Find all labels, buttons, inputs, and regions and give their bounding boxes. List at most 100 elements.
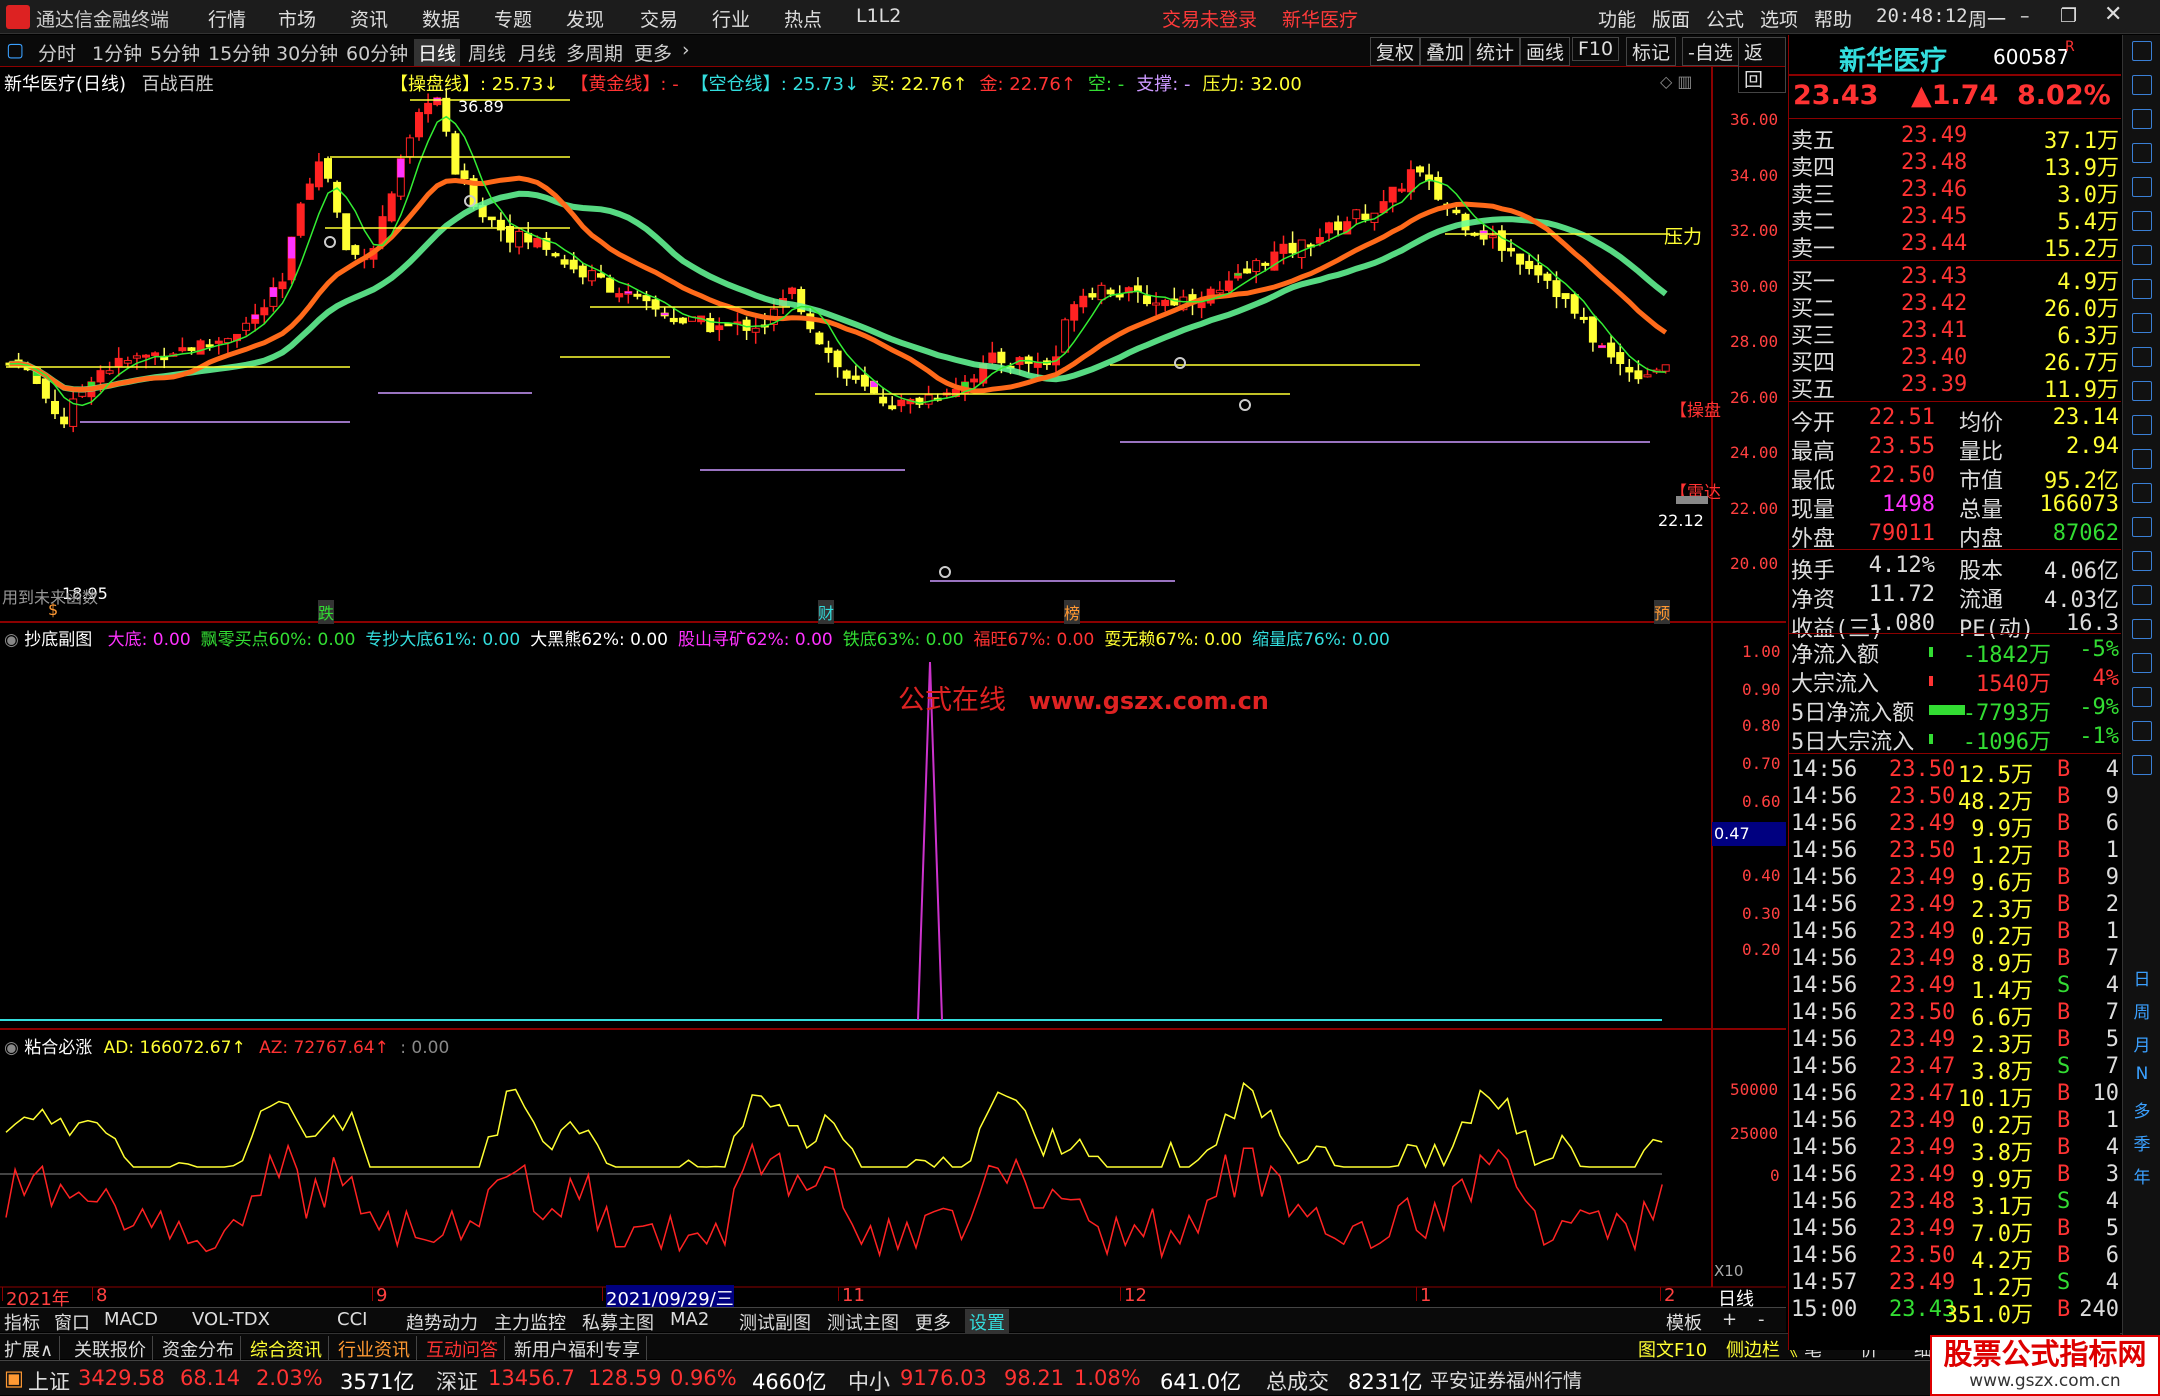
menu-formula[interactable]: 公式	[1706, 5, 1744, 32]
sidebar-period-label[interactable]: 季	[2132, 1130, 2152, 1155]
period-1min[interactable]: 1分钟	[92, 39, 142, 66]
sidebar-tool-icon[interactable]	[2132, 245, 2152, 265]
period-multi[interactable]: 多周期	[566, 39, 623, 66]
sidebar-tool-icon[interactable]	[2132, 483, 2152, 503]
stats-button[interactable]: 统计	[1470, 37, 1521, 66]
overlay-button[interactable]: 叠加	[1420, 37, 1471, 66]
menu-topics[interactable]: 专题	[494, 5, 532, 32]
period-5min[interactable]: 5分钟	[150, 39, 200, 66]
restore-icon[interactable]: ❐	[2060, 5, 2077, 27]
sz-label[interactable]: 深证	[436, 1366, 478, 1396]
sidebar-period-label[interactable]: 周	[2132, 998, 2152, 1023]
indicator-tab[interactable]: 测试副图	[739, 1309, 811, 1335]
f10-button[interactable]: F10	[1572, 37, 1620, 61]
adjust-button[interactable]: 复权	[1370, 37, 1421, 66]
period-week[interactable]: 周线	[468, 39, 506, 66]
indicator-tab[interactable]: 更多	[915, 1309, 951, 1335]
sidebar-tool-icon[interactable]	[2132, 415, 2152, 435]
zx-label[interactable]: 中小	[848, 1366, 890, 1396]
indicator-tab[interactable]: CCI	[337, 1309, 367, 1330]
ext-tab[interactable]: 新用户福利专享	[514, 1336, 647, 1362]
menu-news[interactable]: 资讯	[350, 5, 388, 32]
ad-az-chart[interactable]	[0, 1081, 1663, 1260]
menu-industry[interactable]: 行业	[712, 5, 750, 32]
sidebar-period-label[interactable]: 年	[2132, 1163, 2152, 1188]
sidebar-tool-icon[interactable]	[2132, 143, 2152, 163]
chart-area[interactable]	[0, 67, 1786, 1307]
indicator-tab[interactable]: 设置	[965, 1309, 1009, 1335]
ext-tab[interactable]: 行业资讯	[338, 1336, 417, 1362]
panel-tab[interactable]: 图文F10	[1638, 1336, 1707, 1362]
mark-button[interactable]: 标记	[1626, 37, 1677, 66]
sidebar-period-label[interactable]: 多	[2132, 1097, 2152, 1122]
menu-l1l2[interactable]: L1L2	[856, 5, 901, 27]
status-index-icon[interactable]: ▣	[4, 1366, 24, 1390]
sidebar-tool-icon[interactable]	[2132, 279, 2152, 299]
chart-settings-icon[interactable]: ▢	[6, 39, 24, 61]
more-chevron-icon[interactable]: ›	[682, 39, 690, 61]
period-more[interactable]: 更多	[634, 39, 672, 66]
login-status[interactable]: 交易未登录	[1162, 5, 1257, 32]
sidebar-tool-icon[interactable]	[2132, 41, 2152, 61]
sidebar-tool-icon[interactable]	[2132, 721, 2152, 741]
sub2-collapse-icon[interactable]: ◉	[4, 1038, 19, 1058]
sh-label[interactable]: 上证	[28, 1366, 70, 1396]
sidebar-tool-icon[interactable]	[2132, 687, 2152, 707]
ext-tab[interactable]: 资金分布	[162, 1336, 241, 1362]
event-marker-drop[interactable]: 跌	[318, 600, 335, 624]
sub1-collapse-icon[interactable]: ◉	[4, 630, 19, 650]
sidebar-period-label[interactable]: N	[2132, 1064, 2152, 1084]
indicator-tab[interactable]: MACD	[104, 1309, 158, 1330]
tab-control[interactable]: 模板	[1666, 1309, 1702, 1335]
event-marker-dollar[interactable]: $	[48, 600, 58, 619]
indicator-tab[interactable]: 私募主图	[582, 1309, 654, 1335]
period-day[interactable]: 日线	[414, 39, 461, 66]
indicator-tab[interactable]: 主力监控	[494, 1309, 566, 1335]
sidebar-tool-icon[interactable]	[2132, 109, 2152, 129]
period-15min[interactable]: 15分钟	[208, 39, 270, 66]
sidebar-period-label[interactable]: 月	[2132, 1031, 2152, 1056]
menu-options[interactable]: 选项	[1760, 5, 1798, 32]
sub1-title[interactable]: 抄底副图	[24, 630, 92, 650]
sidebar-tool-icon[interactable]	[2132, 449, 2152, 469]
menu-quotes[interactable]: 行情	[208, 5, 246, 32]
period-60min[interactable]: 60分钟	[346, 39, 408, 66]
sidebar-tool-icon[interactable]	[2132, 211, 2152, 231]
sidebar-tool-icon[interactable]	[2132, 177, 2152, 197]
sidebar-period-label[interactable]: 日	[2132, 965, 2152, 990]
event-marker-forecast[interactable]: 预	[1654, 600, 1671, 624]
ext-tab[interactable]: 互动问答	[426, 1336, 505, 1362]
period-tick[interactable]: 分时	[38, 39, 76, 66]
close-icon[interactable]: ✕	[2104, 2, 2122, 27]
sidebar-tool-icon[interactable]	[2132, 347, 2152, 367]
ext-tab[interactable]: 扩展∧	[4, 1336, 61, 1362]
menu-function[interactable]: 功能	[1598, 5, 1636, 32]
sidebar-tool-icon[interactable]	[2132, 619, 2152, 639]
indicator-tab[interactable]: 趋势动力	[406, 1309, 478, 1335]
event-marker-rank[interactable]: 榜	[1064, 600, 1081, 624]
sidebar-tool-icon[interactable]	[2132, 755, 2152, 775]
indicator-tab[interactable]: VOL-TDX	[192, 1309, 270, 1330]
sidebar-tool-icon[interactable]	[2132, 551, 2152, 571]
draw-button[interactable]: 画线	[1520, 37, 1571, 66]
tab-control[interactable]: -	[1758, 1309, 1765, 1330]
menu-layout[interactable]: 版面	[1652, 5, 1690, 32]
ext-tab[interactable]: 综合资讯	[250, 1336, 329, 1362]
menu-hot[interactable]: 热点	[784, 5, 822, 32]
sidebar-tool-icon[interactable]	[2132, 75, 2152, 95]
watchlist-button[interactable]: -自选	[1682, 37, 1739, 66]
sidebar-tool-icon[interactable]	[2132, 381, 2152, 401]
sidebar-tool-icon[interactable]	[2132, 313, 2152, 333]
sidebar-tool-icon[interactable]	[2132, 585, 2152, 605]
period-month[interactable]: 月线	[518, 39, 556, 66]
indicator-tab[interactable]: 指标	[4, 1309, 40, 1335]
indicator-tab[interactable]: 窗口	[54, 1309, 90, 1335]
event-marker-finance[interactable]: 财	[818, 600, 835, 624]
sidebar-tool-icon[interactable]	[2132, 653, 2152, 673]
sub2-title[interactable]: 粘合必涨	[24, 1038, 92, 1058]
candlestick-chart[interactable]	[5, 87, 1670, 582]
minimize-icon[interactable]: –	[2020, 5, 2030, 27]
ext-tab[interactable]: 关联报价	[74, 1336, 153, 1362]
tab-control[interactable]: +	[1722, 1309, 1737, 1330]
menu-market[interactable]: 市场	[278, 5, 316, 32]
